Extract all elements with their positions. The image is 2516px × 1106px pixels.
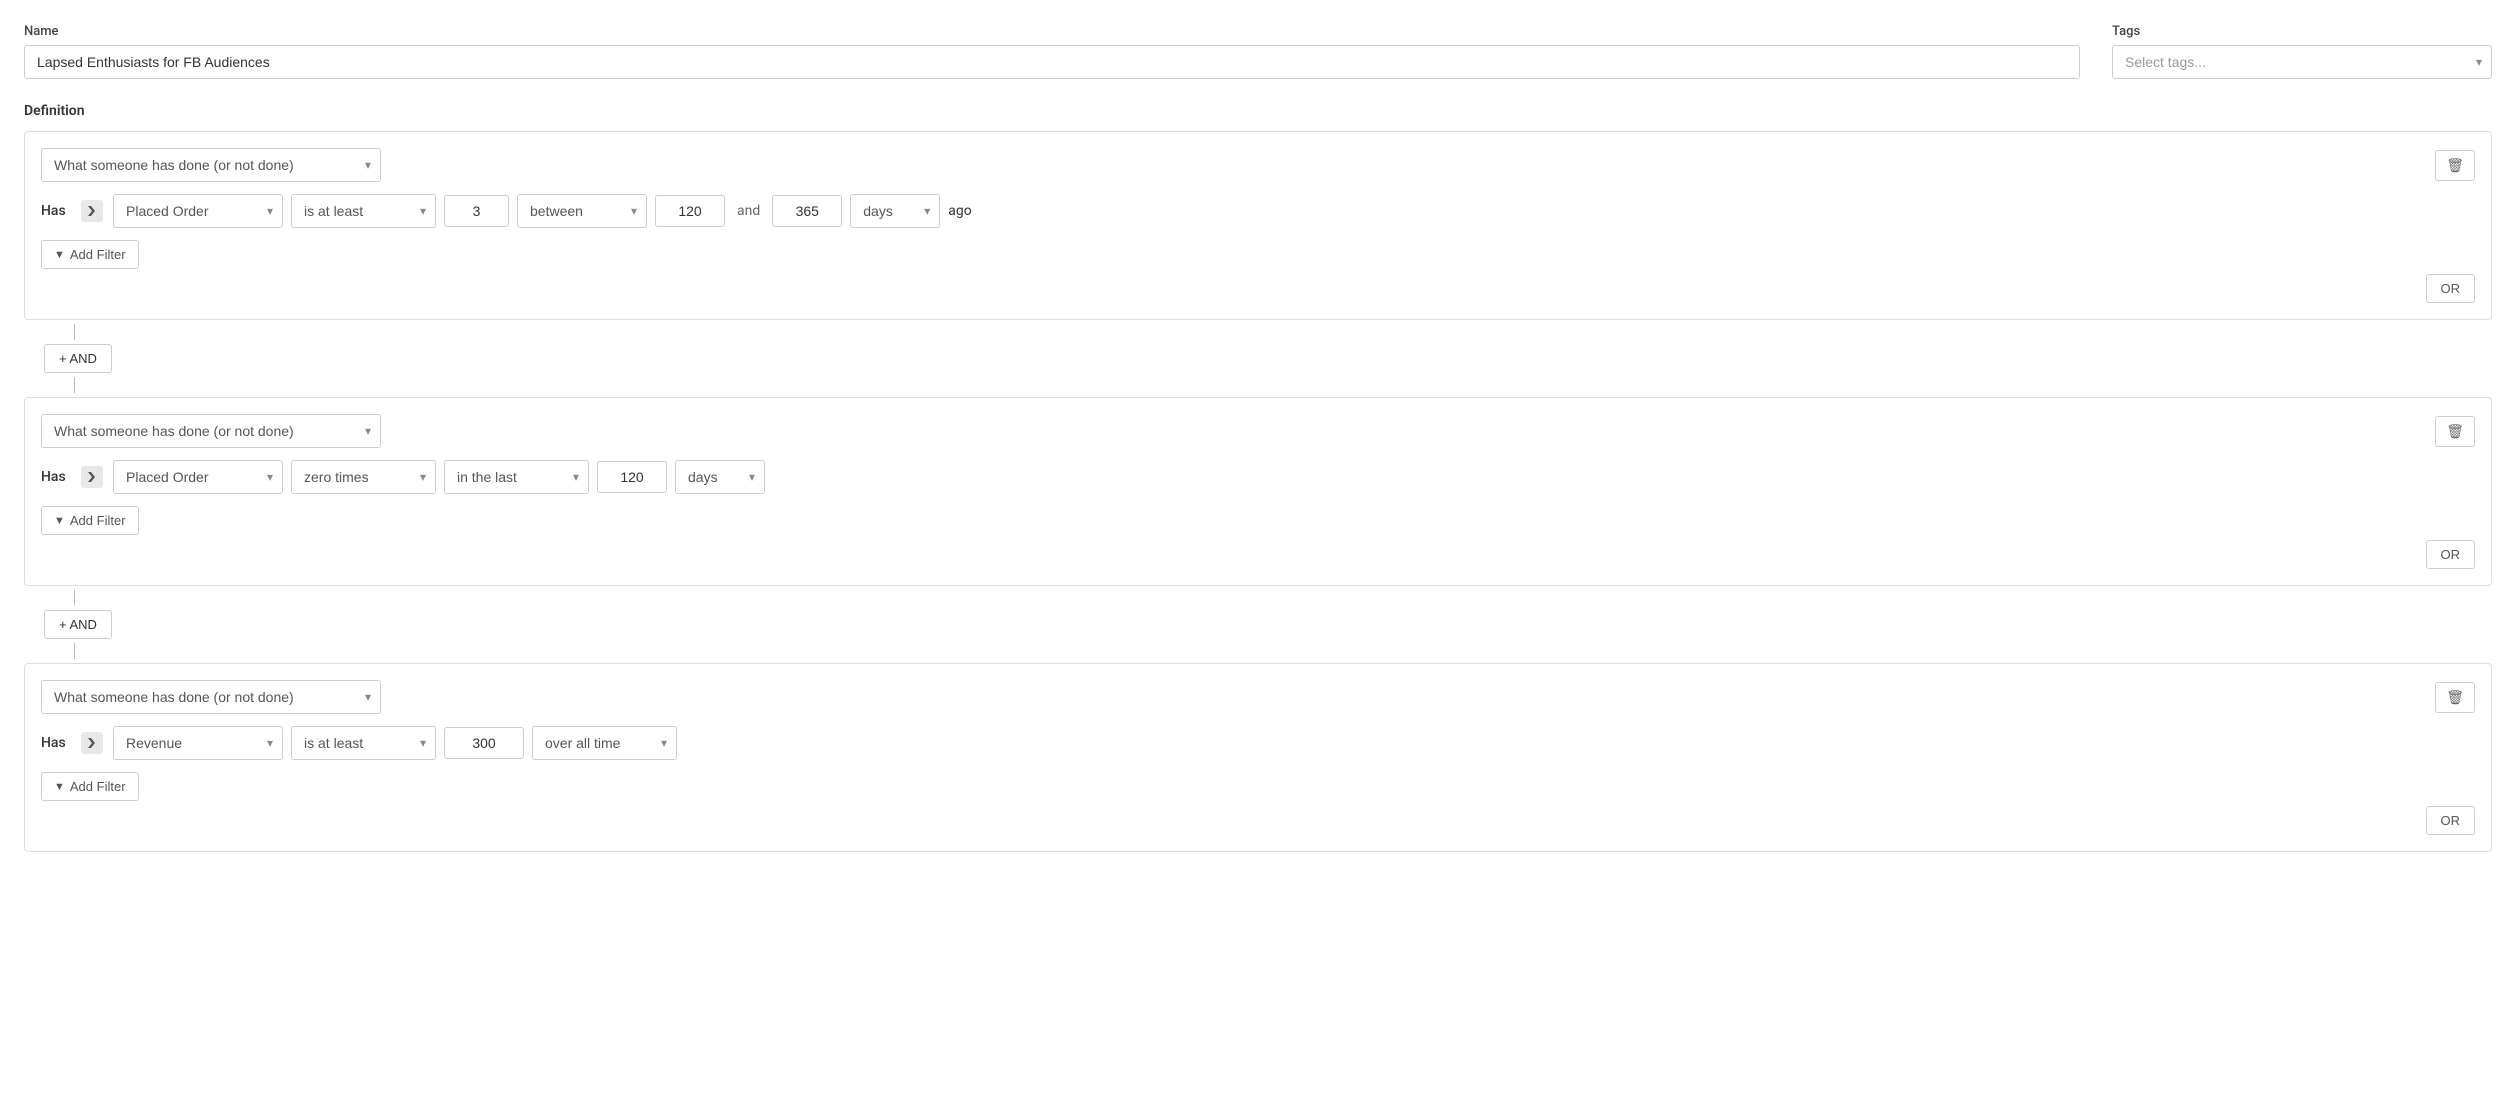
condition-row-1: Has Placed Order is at least bbox=[41, 194, 2475, 228]
operator-select-3[interactable]: is at least bbox=[291, 726, 436, 760]
vert-line-1 bbox=[74, 324, 75, 340]
value-input-3[interactable] bbox=[444, 727, 524, 759]
event-select-2[interactable]: Placed Order bbox=[113, 460, 283, 494]
and-section-1: + AND bbox=[24, 324, 2492, 393]
time-op-select-2[interactable]: in the last bbox=[444, 460, 589, 494]
time-unit-wrapper-2: days bbox=[675, 460, 765, 494]
operator-wrapper-2: zero times bbox=[291, 460, 436, 494]
value-input-1[interactable] bbox=[444, 195, 509, 227]
and-text-1: and bbox=[733, 203, 764, 219]
event-select-1[interactable]: Placed Order bbox=[113, 194, 283, 228]
add-filter-button-1[interactable]: ▼ Add Filter bbox=[41, 240, 139, 269]
delete-button-2[interactable]: 🗑 bbox=[2435, 416, 2475, 447]
has-label-3: Has bbox=[41, 735, 71, 751]
operator-wrapper-3: is at least bbox=[291, 726, 436, 760]
delete-button-3[interactable]: 🗑 bbox=[2435, 682, 2475, 713]
condition-type-wrapper-2: What someone has done (or not done) bbox=[41, 414, 381, 448]
operator-select-1[interactable]: is at least bbox=[291, 194, 436, 228]
condition-row-3: Has Revenue is at least over bbox=[41, 726, 2475, 760]
condition-block-2: What someone has done (or not done) 🗑 Ha… bbox=[24, 397, 2492, 586]
time-value1-input-1[interactable] bbox=[655, 195, 725, 227]
time-op-wrapper-3: over all time bbox=[532, 726, 677, 760]
time-op-wrapper-1: between bbox=[517, 194, 647, 228]
event-wrapper-2: Placed Order bbox=[113, 460, 283, 494]
has-label-2: Has bbox=[41, 469, 71, 485]
event-wrapper-1: Placed Order bbox=[113, 194, 283, 228]
time-op-select-3[interactable]: over all time bbox=[532, 726, 677, 760]
add-filter-label-2: Add Filter bbox=[70, 513, 126, 528]
or-button-1[interactable]: OR bbox=[2426, 274, 2476, 303]
and-button-2[interactable]: + AND bbox=[44, 610, 112, 639]
vert-line-4 bbox=[74, 643, 75, 659]
condition-row-2: Has Placed Order zero times in the l bbox=[41, 460, 2475, 494]
delete-button-1[interactable]: 🗑 bbox=[2435, 150, 2475, 181]
condition-type-select-1[interactable]: What someone has done (or not done) bbox=[41, 148, 381, 182]
event-wrapper-3: Revenue bbox=[113, 726, 283, 760]
time-op-select-1[interactable]: between bbox=[517, 194, 647, 228]
klaviyo-icon-2 bbox=[79, 464, 105, 490]
definition-label: Definition bbox=[24, 103, 2492, 119]
add-filter-label-3: Add Filter bbox=[70, 779, 126, 794]
time-op-wrapper-2: in the last bbox=[444, 460, 589, 494]
operator-wrapper-1: is at least bbox=[291, 194, 436, 228]
and-button-1[interactable]: + AND bbox=[44, 344, 112, 373]
time-unit-select-1[interactable]: days bbox=[850, 194, 940, 228]
event-select-3[interactable]: Revenue bbox=[113, 726, 283, 760]
name-label: Name bbox=[24, 24, 2080, 39]
condition-block-1: What someone has done (or not done) 🗑 Ha… bbox=[24, 131, 2492, 320]
or-button-3[interactable]: OR bbox=[2426, 806, 2476, 835]
condition-type-select-2[interactable]: What someone has done (or not done) bbox=[41, 414, 381, 448]
condition-type-wrapper-3: What someone has done (or not done) bbox=[41, 680, 381, 714]
filter-icon-3: ▼ bbox=[54, 781, 65, 793]
vert-line-2 bbox=[74, 377, 75, 393]
klaviyo-icon-1 bbox=[79, 198, 105, 224]
condition-type-wrapper-1: What someone has done (or not done) bbox=[41, 148, 381, 182]
time-unit-select-2[interactable]: days bbox=[675, 460, 765, 494]
add-filter-button-3[interactable]: ▼ Add Filter bbox=[41, 772, 139, 801]
vert-line-3 bbox=[74, 590, 75, 606]
klaviyo-icon-3 bbox=[79, 730, 105, 756]
tags-label: Tags bbox=[2112, 24, 2492, 39]
condition-type-select-3[interactable]: What someone has done (or not done) bbox=[41, 680, 381, 714]
time-value1-input-2[interactable] bbox=[597, 461, 667, 493]
tags-dropdown-wrapper: Select tags... bbox=[2112, 45, 2492, 79]
add-filter-label-1: Add Filter bbox=[70, 247, 126, 262]
filter-icon-1: ▼ bbox=[54, 249, 65, 261]
ago-text-1: ago bbox=[948, 203, 971, 219]
condition-block-3: What someone has done (or not done) 🗑 Ha… bbox=[24, 663, 2492, 852]
operator-select-2[interactable]: zero times bbox=[291, 460, 436, 494]
filter-icon-2: ▼ bbox=[54, 515, 65, 527]
time-value2-input-1[interactable] bbox=[772, 195, 842, 227]
has-label-1: Has bbox=[41, 203, 71, 219]
and-section-2: + AND bbox=[24, 590, 2492, 659]
or-button-2[interactable]: OR bbox=[2426, 540, 2476, 569]
tags-select[interactable]: Select tags... bbox=[2112, 45, 2492, 79]
name-input[interactable] bbox=[24, 45, 2080, 79]
time-unit-wrapper-1: days bbox=[850, 194, 940, 228]
add-filter-button-2[interactable]: ▼ Add Filter bbox=[41, 506, 139, 535]
